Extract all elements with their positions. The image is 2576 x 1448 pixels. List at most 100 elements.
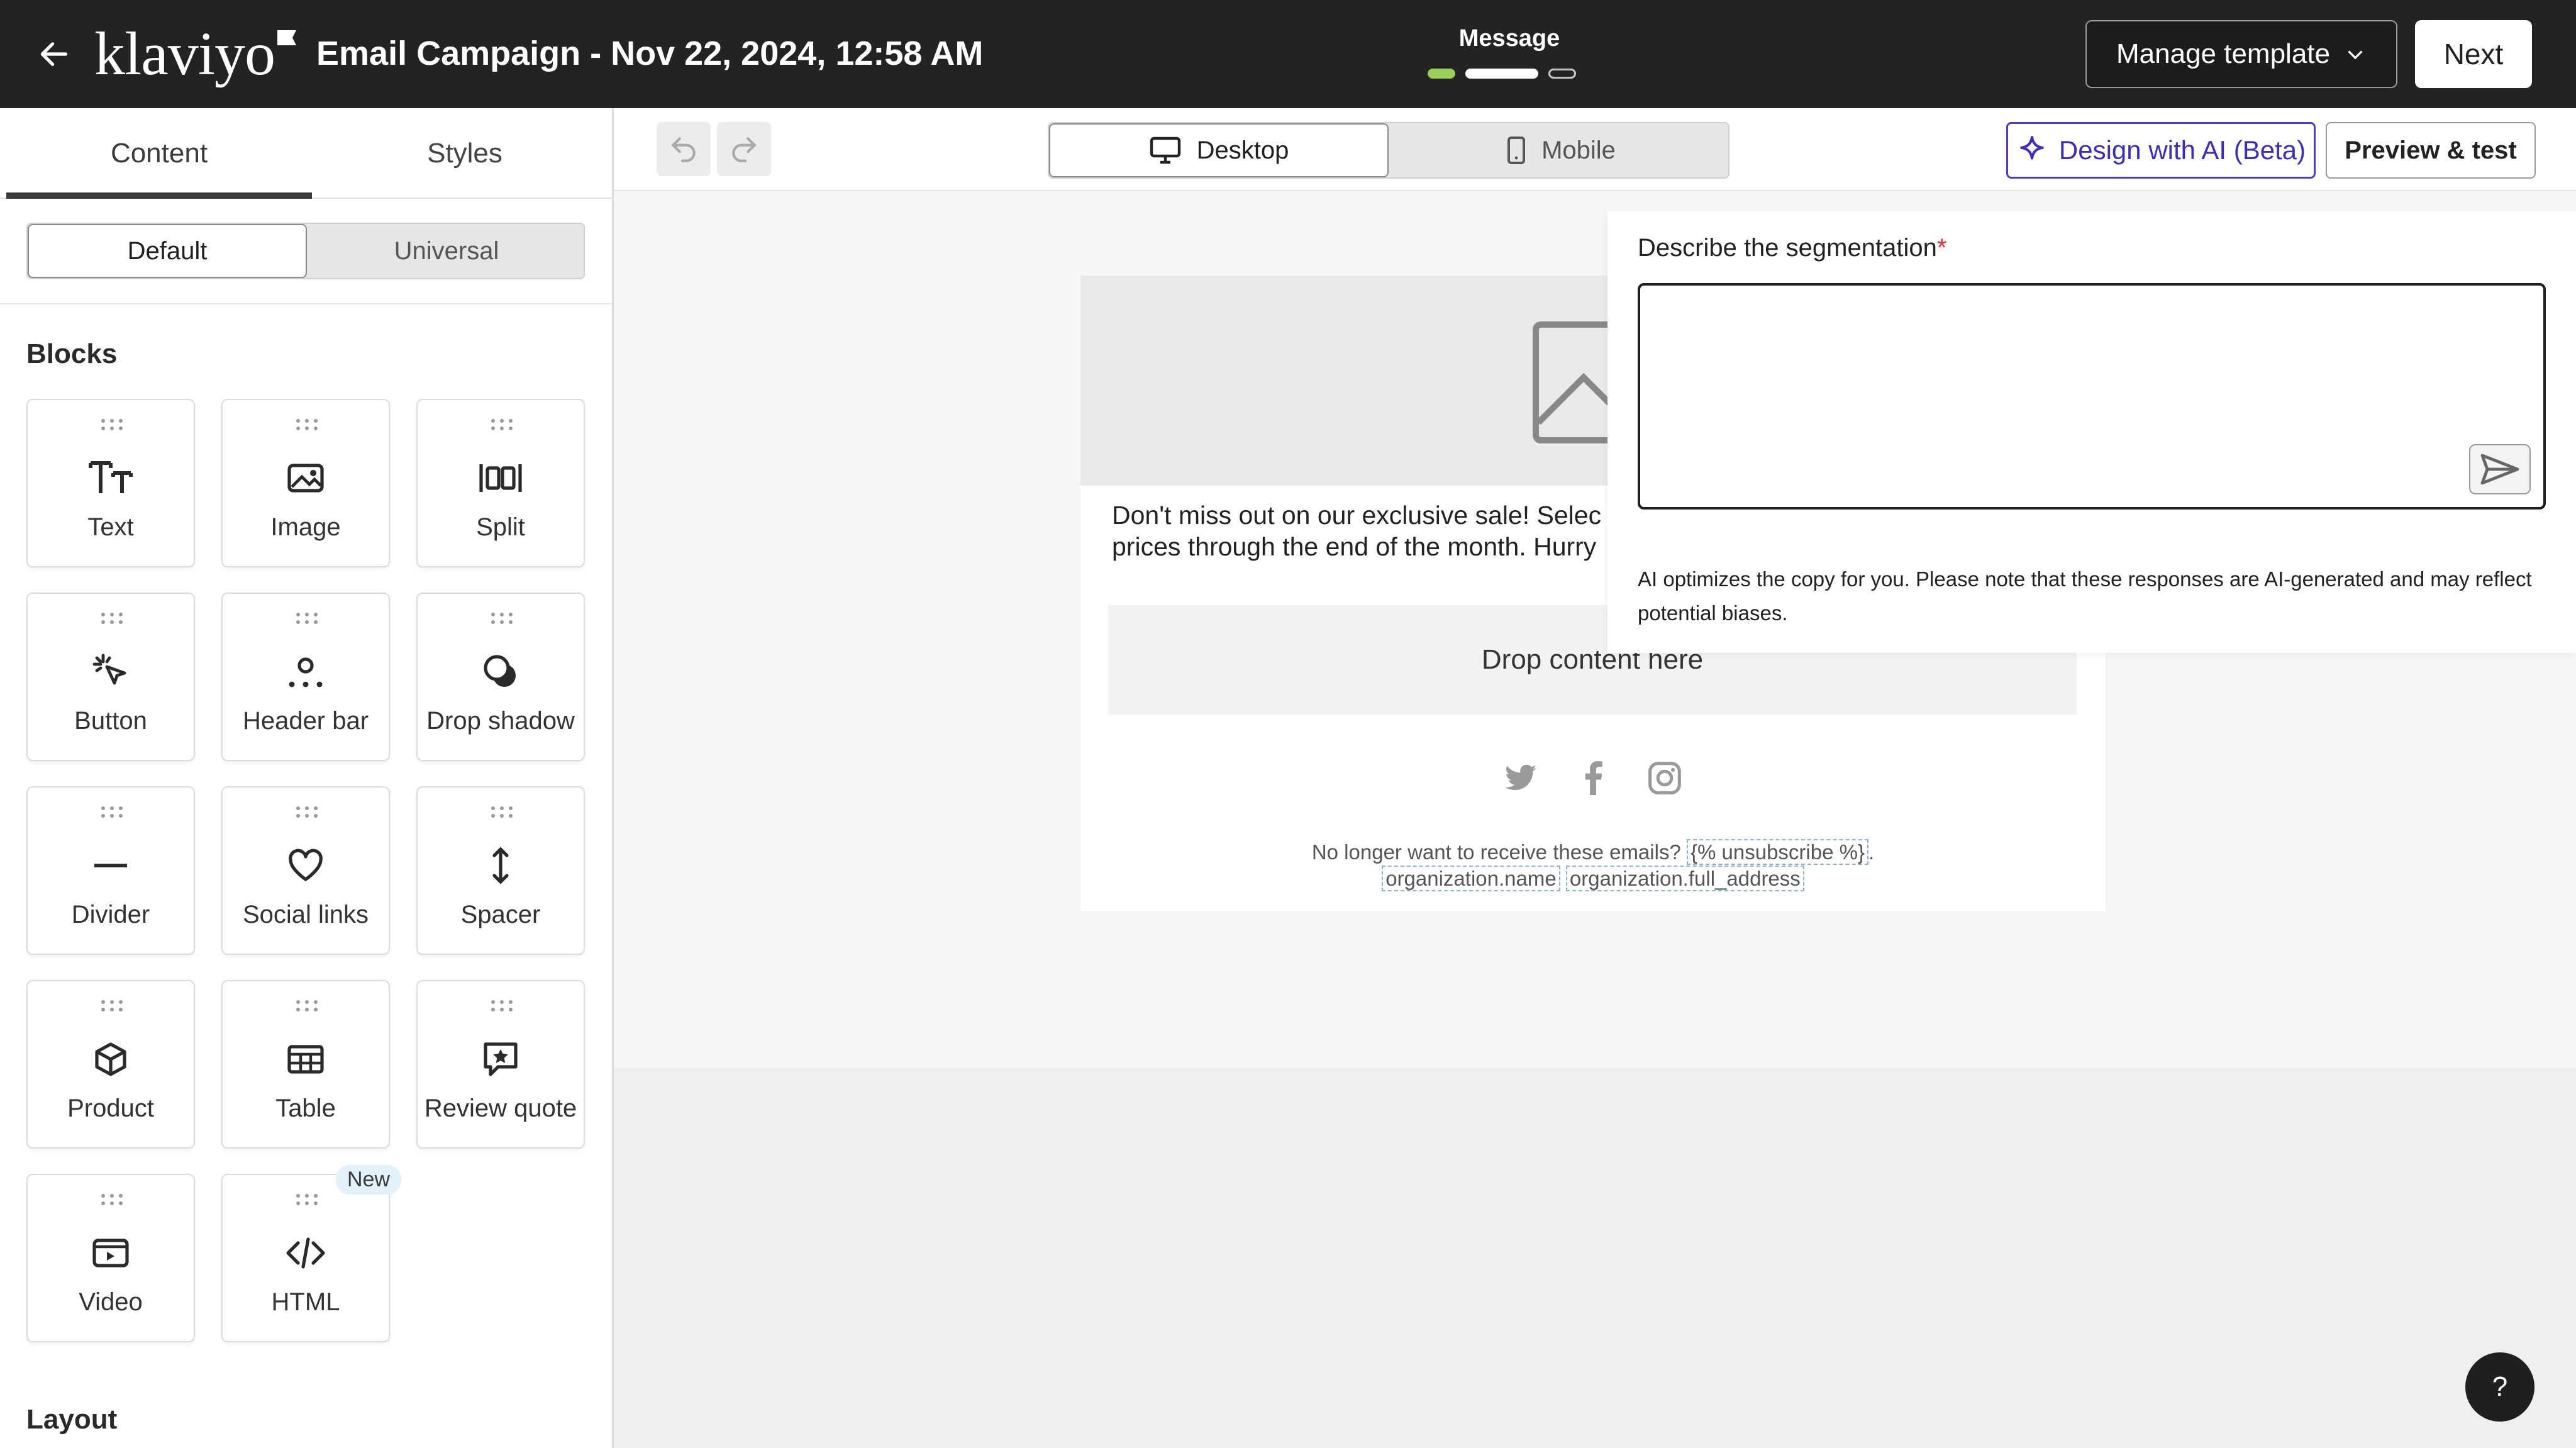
send-button[interactable] <box>2469 444 2531 494</box>
content-sidebar: Content Styles Default Universal Blocks … <box>0 108 614 1448</box>
ai-disclaimer: AI optimizes the copy for you. Please no… <box>1638 567 2532 625</box>
manage-template-button[interactable]: Manage template <box>2085 20 2397 88</box>
mobile-label: Mobile <box>1541 136 1616 164</box>
new-badge: New <box>336 1165 402 1195</box>
chevron-down-icon <box>2348 50 2363 60</box>
spacer-icon <box>418 843 584 888</box>
drag-handle-icon <box>491 806 513 818</box>
block-label: Social links <box>242 901 369 928</box>
block-spacer[interactable]: Spacer <box>416 786 585 955</box>
drop-shadow-icon <box>418 649 584 694</box>
block-image[interactable]: Image <box>221 399 390 567</box>
send-icon <box>2480 454 2519 485</box>
drag-handle-icon <box>101 419 123 430</box>
block-table[interactable]: Table <box>221 980 390 1149</box>
drag-handle-icon <box>296 613 318 624</box>
unsubscribe-tag: {% unsubscribe %} <box>1686 839 1868 865</box>
active-tab-underline <box>6 192 312 199</box>
block-label: Image <box>270 513 341 541</box>
drag-handle-icon <box>491 419 513 430</box>
next-button[interactable]: Next <box>2415 20 2532 88</box>
drag-handle-icon <box>101 613 123 624</box>
design-with-ai-label: Design with AI (Beta) <box>2058 135 2306 165</box>
block-label: Table <box>275 1094 336 1122</box>
help-button[interactable]: ? <box>2465 1352 2534 1422</box>
toggle-default[interactable]: Default <box>28 224 307 278</box>
block-label: Drop shadow <box>426 707 575 735</box>
required-marker: * <box>1936 234 1947 262</box>
block-label: Split <box>476 513 525 541</box>
block-button[interactable]: Button <box>26 593 195 761</box>
sidebar-tabs: Content Styles <box>0 108 612 199</box>
block-divider[interactable]: Divider <box>26 786 195 955</box>
desktop-icon <box>1150 136 1180 164</box>
drag-handle-icon <box>101 806 123 818</box>
organization-address-tag: organization.full_address <box>1565 866 1804 891</box>
social-links-row <box>1080 760 2106 796</box>
redo-button[interactable] <box>717 122 771 176</box>
ai-segmentation-panel: Describe the segmentation* AI optimizes … <box>1607 211 2576 653</box>
back-arrow-icon[interactable] <box>30 30 78 78</box>
drag-handle-icon <box>101 1194 123 1205</box>
tab-styles[interactable]: Styles <box>312 108 612 199</box>
drag-handle-icon <box>296 419 318 430</box>
text-icon <box>28 455 194 501</box>
block-html[interactable]: New HTML <box>221 1165 402 1342</box>
device-toggle: Desktop Mobile <box>1048 122 1729 179</box>
desktop-label: Desktop <box>1196 136 1289 164</box>
block-label: Divider <box>71 901 150 928</box>
product-box-icon <box>28 1037 194 1082</box>
table-icon <box>223 1037 389 1082</box>
block-social-links[interactable]: Social links <box>221 786 390 955</box>
layout-title: Layout <box>26 1404 118 1435</box>
html-code-icon <box>223 1230 389 1276</box>
video-icon <box>28 1230 194 1276</box>
tab-content[interactable]: Content <box>6 108 312 199</box>
mobile-icon <box>1507 136 1526 164</box>
step-progress <box>1428 68 1576 79</box>
drag-handle-icon <box>296 1194 318 1205</box>
design-with-ai-button[interactable]: Design with AI (Beta) <box>2006 122 2316 179</box>
klaviyo-logo: klaviyo <box>94 23 296 85</box>
block-text[interactable]: Text <box>26 399 195 567</box>
manage-template-label: Manage template <box>2116 38 2330 69</box>
block-label: Video <box>79 1288 143 1316</box>
instagram-icon[interactable] <box>1646 760 1683 796</box>
preview-test-button[interactable]: Preview & test <box>2326 122 2536 179</box>
email-footer[interactable]: No longer want to receive these emails? … <box>1080 839 2106 892</box>
block-label: Header bar <box>242 707 369 735</box>
facebook-icon[interactable] <box>1575 760 1611 796</box>
drag-handle-icon <box>101 1000 123 1011</box>
header-bar-icon <box>223 649 389 694</box>
block-label: Spacer <box>460 901 541 928</box>
block-label: Product <box>67 1094 154 1122</box>
heart-icon <box>223 843 389 888</box>
canvas-lower-area <box>614 1068 2576 1448</box>
drag-handle-icon <box>491 613 513 624</box>
step-complete-indicator <box>1428 69 1455 79</box>
block-split[interactable]: Split <box>416 399 585 567</box>
block-video[interactable]: Video <box>26 1174 195 1342</box>
undo-button[interactable] <box>657 122 711 176</box>
logo-flag-icon <box>277 30 296 45</box>
mobile-view-button[interactable]: Mobile <box>1391 123 1731 177</box>
drag-handle-icon <box>296 806 318 818</box>
twitter-icon[interactable] <box>1503 760 1540 796</box>
default-universal-toggle: Default Universal <box>26 223 585 279</box>
block-drop-shadow[interactable]: Drop shadow <box>416 593 585 761</box>
review-quote-icon <box>418 1037 584 1082</box>
block-review-quote[interactable]: Review quote <box>416 980 585 1149</box>
blocks-title: Blocks <box>26 338 118 369</box>
desktop-view-button[interactable]: Desktop <box>1049 123 1389 177</box>
block-label: Text <box>87 513 134 541</box>
redo-icon <box>732 137 757 162</box>
organization-name-tag: organization.name <box>1382 866 1560 891</box>
divider-icon <box>28 843 194 888</box>
block-header-bar[interactable]: Header bar <box>221 593 390 761</box>
segmentation-input[interactable] <box>1638 283 2546 510</box>
block-product[interactable]: Product <box>26 980 195 1149</box>
sparkle-icon <box>2020 136 2044 160</box>
toggle-universal[interactable]: Universal <box>307 224 586 278</box>
button-cursor-icon <box>28 649 194 694</box>
drag-handle-icon <box>491 1000 513 1011</box>
